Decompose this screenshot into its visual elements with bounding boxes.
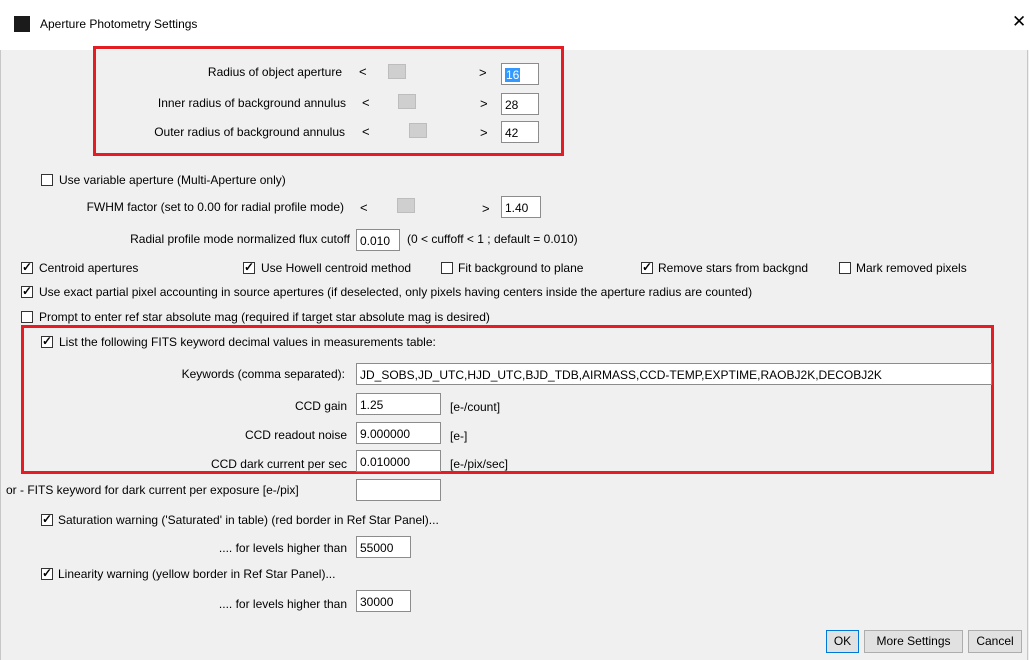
fits-list-label: List the following FITS keyword decimal …	[59, 335, 436, 349]
outer-annulus-slider[interactable]	[409, 123, 427, 138]
window-title: Aperture Photometry Settings	[40, 17, 198, 31]
fwhm-label: FWHM factor (set to 0.00 for radial prof…	[86, 200, 344, 214]
saturation-level-label: .... for levels higher than	[218, 541, 347, 555]
check-mark-icon: ✓	[42, 512, 53, 526]
fwhm-slider[interactable]	[397, 198, 415, 213]
ccd-noise-field[interactable]: 9.000000	[356, 422, 441, 444]
mark-removed-label: Mark removed pixels	[856, 261, 967, 275]
title-bar: Aperture Photometry Settings ✕	[0, 0, 1029, 50]
ccd-noise-unit: [e-]	[450, 429, 468, 443]
linearity-checkbox[interactable]: ✓	[41, 566, 53, 580]
saturation-level-field[interactable]: 55000	[356, 536, 411, 558]
object-aperture-field[interactable]: 16	[501, 63, 539, 85]
fit-background-label: Fit background to plane	[458, 261, 584, 275]
keywords-field[interactable]: JD_SOBS,JD_UTC,HJD_UTC,BJD_TDB,AIRMASS,C…	[356, 363, 992, 385]
prompt-ref-checkbox[interactable]	[21, 311, 33, 323]
linearity-level-field[interactable]: 30000	[356, 590, 411, 612]
ccd-dark-unit: [e-/pix/sec]	[450, 457, 509, 471]
prompt-ref-label: Prompt to enter ref star absolute mag (r…	[39, 310, 490, 324]
check-mark-icon: ✓	[42, 334, 53, 348]
saturation-label: Saturation warning ('Saturated' in table…	[58, 513, 439, 527]
object-aperture-label: Radius of object aperture	[207, 65, 342, 79]
object-aperture-decrease[interactable]: <	[359, 65, 367, 78]
ccd-dark-label: CCD dark current per sec	[210, 457, 347, 471]
check-mark-icon: ✓	[42, 566, 53, 580]
linearity-level-label: .... for levels higher than	[218, 597, 347, 611]
mark-removed-checkbox[interactable]	[839, 262, 851, 274]
ccd-gain-label: CCD gain	[294, 399, 347, 413]
centroid-checkbox[interactable]: ✓	[21, 260, 33, 274]
check-mark-icon: ✓	[642, 260, 653, 274]
check-mark-icon: ✓	[244, 260, 255, 274]
inner-annulus-decrease[interactable]: <	[362, 96, 370, 109]
fit-background-checkbox[interactable]	[441, 262, 453, 274]
variable-aperture-checkbox[interactable]	[41, 174, 53, 186]
fwhm-field[interactable]: 1.40	[501, 196, 541, 218]
object-aperture-value: 16	[505, 68, 521, 82]
exact-pixel-checkbox[interactable]: ✓	[21, 284, 33, 298]
variable-aperture-label: Use variable aperture (Multi-Aperture on…	[59, 173, 286, 187]
keywords-label: Keywords (comma separated):	[181, 367, 345, 381]
outer-annulus-decrease[interactable]: <	[362, 125, 370, 138]
outer-annulus-field[interactable]: 42	[501, 121, 539, 143]
ccd-gain-unit: [e-/count]	[450, 400, 501, 414]
radial-cutoff-label: Radial profile mode normalized flux cuto…	[130, 232, 350, 246]
fwhm-increase[interactable]: >	[482, 202, 490, 215]
centroid-label: Centroid apertures	[39, 261, 139, 275]
check-mark-icon: ✓	[22, 284, 33, 298]
cancel-button[interactable]: Cancel	[968, 630, 1022, 653]
outer-annulus-increase[interactable]: >	[480, 126, 488, 139]
check-mark-icon: ✓	[22, 260, 33, 274]
fits-list-checkbox[interactable]: ✓	[41, 334, 53, 348]
inner-annulus-field[interactable]: 28	[501, 93, 539, 115]
exact-pixel-label: Use exact partial pixel accounting in so…	[39, 285, 753, 299]
dark-exposure-label: or - FITS keyword for dark current per e…	[6, 483, 299, 497]
app-icon	[14, 16, 30, 32]
ccd-noise-label: CCD readout noise	[244, 428, 347, 442]
howell-checkbox[interactable]: ✓	[243, 260, 255, 274]
outer-annulus-label: Outer radius of background annulus	[154, 125, 345, 139]
inner-annulus-slider[interactable]	[398, 94, 416, 109]
saturation-checkbox[interactable]: ✓	[41, 512, 53, 526]
linearity-label: Linearity warning (yellow border in Ref …	[58, 567, 336, 581]
remove-stars-checkbox[interactable]: ✓	[641, 260, 653, 274]
fwhm-decrease[interactable]: <	[360, 201, 368, 214]
radial-cutoff-field[interactable]: 0.010	[356, 229, 400, 251]
ok-button[interactable]: OK	[826, 630, 859, 653]
radial-cutoff-hint: (0 < cuffoff < 1 ; default = 0.010)	[407, 232, 578, 246]
ccd-dark-field[interactable]: 0.010000	[356, 450, 441, 472]
close-icon[interactable]: ✕	[1012, 13, 1026, 30]
dark-exposure-field[interactable]	[356, 479, 441, 501]
inner-annulus-increase[interactable]: >	[480, 97, 488, 110]
remove-stars-label: Remove stars from backgnd	[658, 261, 809, 275]
more-settings-button[interactable]: More Settings	[864, 630, 963, 653]
object-aperture-slider[interactable]	[388, 64, 406, 79]
inner-annulus-label: Inner radius of background annulus	[157, 96, 346, 110]
howell-label: Use Howell centroid method	[261, 261, 412, 275]
object-aperture-increase[interactable]: >	[479, 66, 487, 79]
ccd-gain-field[interactable]: 1.25	[356, 393, 441, 415]
